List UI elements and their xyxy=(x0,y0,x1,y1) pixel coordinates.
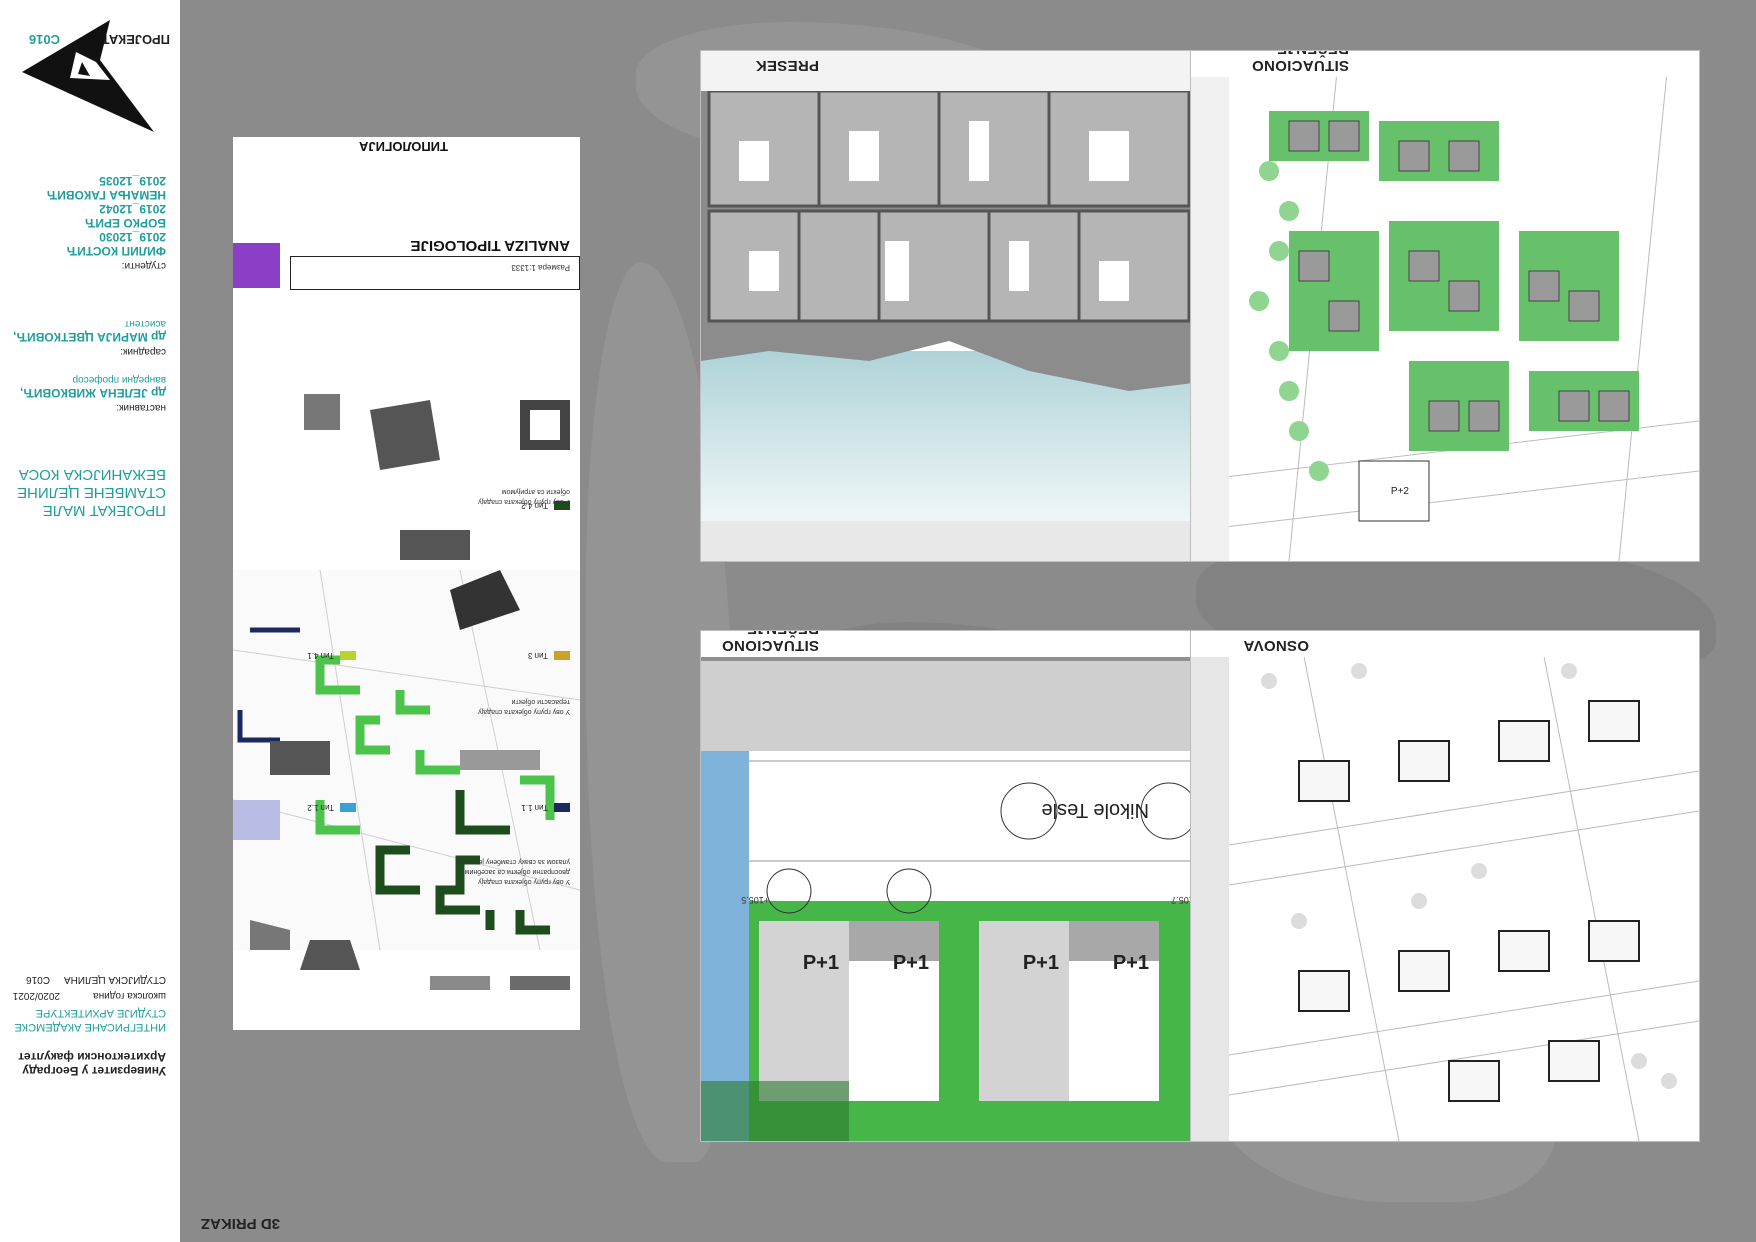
panel-title: SITUACIONO REŠENJE xyxy=(701,630,1209,657)
panel-title: OSNOVA xyxy=(1191,631,1699,657)
floor-label: P+1 xyxy=(1112,952,1149,974)
floor-label: P+1 xyxy=(892,952,929,974)
studio-2: СТУДИЈЕ АРХИТЕКТУРЕ xyxy=(35,1007,166,1019)
site-detail-panel: SITUACIONO REŠENJE P+1 P+1 P+1 P+1 Nikol… xyxy=(700,630,1210,1142)
university: Универзитет у Београду xyxy=(22,1064,166,1078)
building-label: P+2 xyxy=(1390,486,1409,497)
student-name: НЕМАЊА ГАКОВИЋ xyxy=(46,188,166,202)
site-plan-panel: SITUACIONO REŠENJE P+2 xyxy=(1190,50,1700,562)
site-detail-drawing xyxy=(701,631,1209,1141)
mentor: др ЈЕЛЕНА ЖИВКОВИЋ, xyxy=(20,386,166,400)
purple-marker xyxy=(233,243,280,288)
assistant: др МАРИЈА ЦВЕТКОВИЋ, xyxy=(13,330,166,344)
svg-text:У ову групу објеката спадају: У ову групу објеката спадају xyxy=(478,498,570,506)
level-label: +105.5 xyxy=(741,895,769,905)
street-name: Nikole Tesle xyxy=(1041,799,1149,821)
student-name: БОРКО ЕРИЋ xyxy=(84,216,166,230)
year-label: школска година xyxy=(93,990,166,1001)
floor-label: P+1 xyxy=(1022,952,1059,974)
studio: ИНТЕГРИСАНЕ АКАДЕМСКЕ xyxy=(14,1021,166,1033)
floor-label: P+1 xyxy=(802,952,839,974)
site-plan-drawing xyxy=(1191,51,1699,561)
typology-diagrams: У ову групу објеката спадају двоспратни … xyxy=(250,394,570,990)
mentor-label: наставник: xyxy=(116,402,166,413)
svg-text:У ову групу објеката спадају: У ову групу објеката спадају xyxy=(478,708,570,716)
typology-subtitle: ТИПОЛОГИЈА xyxy=(359,139,448,154)
svg-text:терасасти објекти: терасасти објекти xyxy=(512,698,570,706)
student-name: ФИЛИП КОСТИЋ xyxy=(66,244,166,258)
student-id: 2019_12042 xyxy=(99,202,166,216)
student-id: 2019_12035 xyxy=(99,174,166,188)
svg-text:У ову групу објеката спадају: У ову групу објеката спадају xyxy=(478,878,570,886)
assistant-label: сарадник: xyxy=(120,346,166,357)
typology-title: ANALIZA TIPOLOGIJE xyxy=(410,237,570,254)
student-id: 2019_12030 xyxy=(99,230,166,244)
typology-panel: ТИПОЛОГИЈА ANALIZA TIPOLOGIJE Размера 1:… xyxy=(233,137,580,1030)
typology-caption-box xyxy=(290,256,580,290)
year: 2020/2021 xyxy=(12,990,60,1001)
presentation-board: 3D PRIKAZ ПРОЈЕКАТ C016 Универзитет у Бе… xyxy=(0,0,1756,1242)
faculty: Архитектонски факултет xyxy=(18,1050,166,1064)
mentor-role: ванредни професор xyxy=(72,374,166,385)
project-title-line: БЕЖАНИЈСКА КОСА xyxy=(18,466,166,483)
svg-text:објекти са атријумом: објекти са атријумом xyxy=(502,488,570,496)
svg-text:улазом за сваку стамбену једин: улазом за сваку стамбену јединицу xyxy=(455,858,570,866)
base-drawing xyxy=(1191,631,1699,1141)
faculty-logo-icon xyxy=(22,20,154,132)
assistant-role: асистент xyxy=(124,318,166,329)
panel-title: PRESEK xyxy=(701,51,1209,77)
project-title-line: ПРОЈЕКАТ МАЛЕ xyxy=(42,502,166,519)
board-title: 3D PRIKAZ xyxy=(200,1215,280,1232)
students-label: студенти: xyxy=(121,260,166,271)
unit-label: СТУДИЈСКА ЦЕЛИНА xyxy=(63,974,166,985)
svg-text:двоспратни објекти са засебним: двоспратни објекти са засебним xyxy=(464,868,570,876)
base-panel: OSNOVA xyxy=(1190,630,1700,1142)
section-drawing xyxy=(701,51,1209,561)
sidebar: ПРОЈЕКАТ C016 Универзитет у Београду Арх… xyxy=(0,0,180,1242)
section-panel: PRESEK xyxy=(700,50,1210,562)
panel-title: SITUACIONO REŠENJE xyxy=(1191,50,1699,77)
unit-code: C016 xyxy=(26,974,50,985)
project-title-line: СТАМБЕНЕ ЦЕЛИНЕ xyxy=(17,484,166,501)
